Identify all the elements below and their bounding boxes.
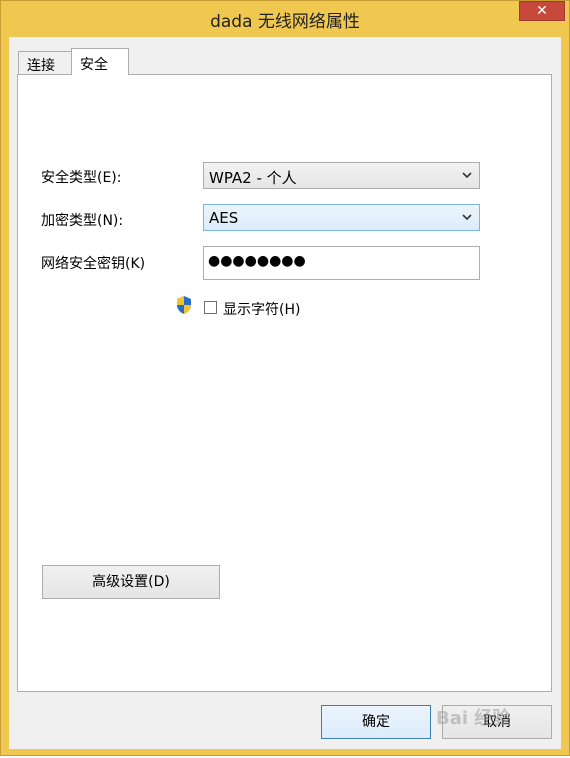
client-area: 连接 安全 安全类型(E): WPA2 - 个人 加密类型(N): AES 网络… [9,37,561,749]
show-characters-checkbox[interactable] [204,301,217,314]
network-key-input[interactable]: ●●●●●●●● [203,246,480,280]
window-title: dada 无线网络属性 [210,12,360,32]
encryption-type-label: 加密类型(N): [41,213,124,229]
ok-button[interactable]: 确定 [321,705,431,739]
title-bar[interactable]: dada 无线网络属性 ✕ [1,1,569,37]
security-type-value: WPA2 - 个人 [209,169,297,187]
chevron-down-icon [461,166,473,187]
network-key-label: 网络安全密钥(K) [41,256,146,272]
close-button[interactable]: ✕ [519,1,565,21]
advanced-settings-button[interactable]: 高级设置(D) [42,565,220,599]
chevron-down-icon [461,208,473,229]
watermark: Bai 经验 [436,708,511,729]
security-type-select[interactable]: WPA2 - 个人 [203,162,480,189]
encryption-type-value: AES [209,209,239,227]
security-type-label: 安全类型(E): [41,170,122,186]
tab-security[interactable]: 安全 [71,48,129,75]
security-panel: 安全类型(E): WPA2 - 个人 加密类型(N): AES 网络安全密钥(K… [17,74,552,692]
tab-connection[interactable]: 连接 [18,51,72,74]
encryption-type-select[interactable]: AES [203,204,480,231]
show-characters-label[interactable]: 显示字符(H) [223,299,300,319]
dialog-window: dada 无线网络属性 ✕ 连接 安全 安全类型(E): WPA2 - 个人 加… [0,0,570,756]
uac-shield-icon [177,296,191,314]
